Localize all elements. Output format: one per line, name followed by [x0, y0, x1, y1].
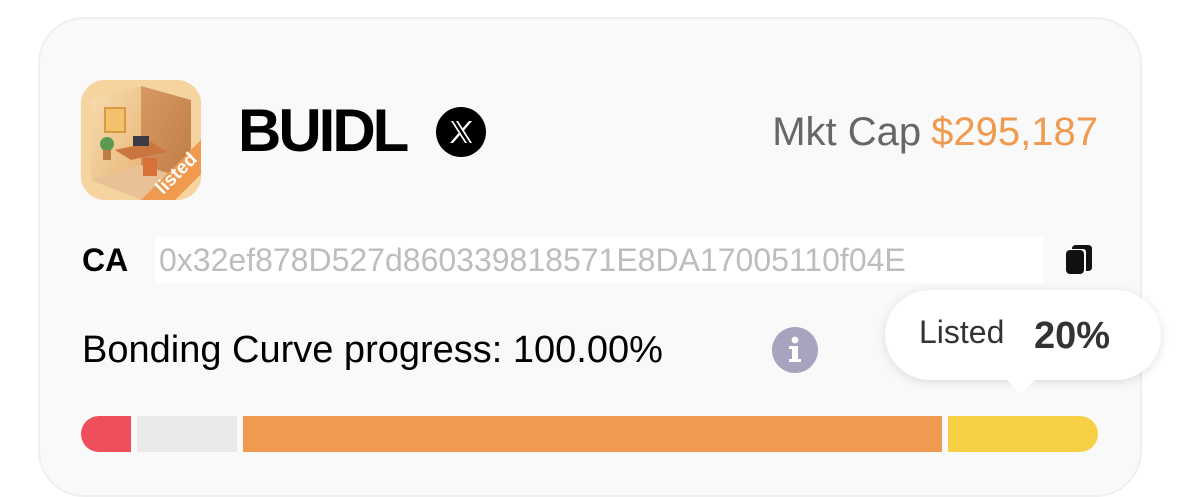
x-twitter-icon[interactable]	[436, 107, 486, 157]
contract-address-value[interactable]: 0x32ef878D527d860339818571E8DA17005110f0…	[155, 237, 1043, 283]
tooltip-value: 20%	[1034, 315, 1111, 357]
copy-icon[interactable]	[1064, 243, 1094, 277]
market-cap: Mkt Cap $295,187	[772, 108, 1098, 156]
token-name: BUIDL	[238, 97, 409, 164]
red-segment	[81, 416, 131, 452]
empty-segment	[137, 416, 237, 452]
listed-tooltip: Listed 20%	[885, 290, 1161, 394]
info-icon[interactable]	[772, 327, 818, 373]
bonding-curve-progress-bar	[81, 416, 1098, 452]
orange-segment	[243, 416, 942, 452]
contract-address-label: CA	[82, 242, 129, 278]
bonding-curve-progress-text: Bonding Curve progress: 100.00%	[82, 329, 663, 371]
market-cap-label: Mkt Cap	[772, 110, 922, 154]
listed-segment	[948, 416, 1098, 452]
market-cap-value: $295,187	[931, 110, 1098, 154]
tooltip-label: Listed	[919, 314, 1005, 350]
